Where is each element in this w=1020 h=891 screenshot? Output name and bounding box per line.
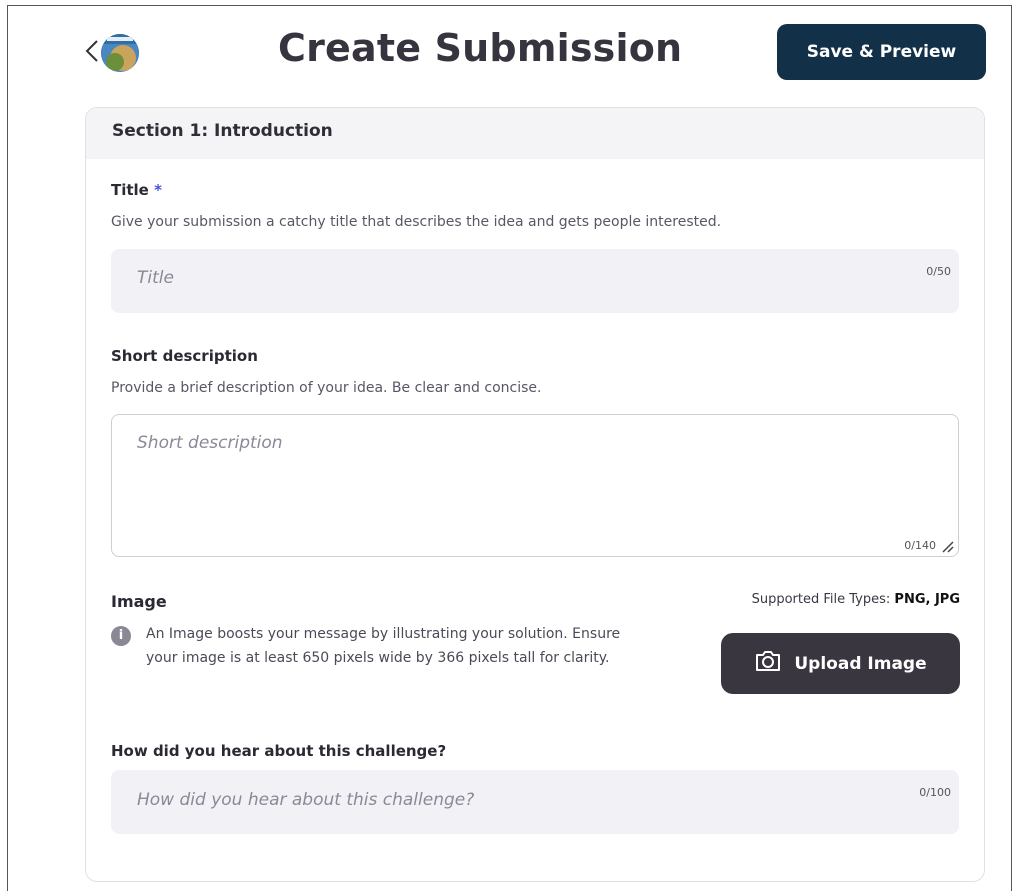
avatar[interactable] — [101, 34, 139, 72]
image-description: An Image boosts your message by illustra… — [146, 626, 621, 666]
title-counter: 0/50 — [926, 265, 951, 278]
title-label: Title * — [111, 181, 162, 199]
section-card: Section 1: Introduction Title * Give you… — [85, 107, 985, 882]
required-mark: * — [154, 181, 162, 199]
image-label: Image — [111, 592, 167, 611]
camera-icon — [754, 649, 782, 678]
hear-about-label: How did you hear about this challenge? — [111, 742, 447, 760]
upload-image-label: Upload Image — [794, 653, 927, 674]
title-hint: Give your submission a catchy title that… — [111, 214, 722, 230]
supported-file-types-prefix: Supported File Types: — [751, 592, 895, 607]
info-icon: i — [111, 626, 131, 646]
short-description-hint: Provide a brief description of your idea… — [111, 380, 542, 396]
short-description-placeholder: Short description — [137, 433, 283, 453]
hear-about-placeholder: How did you hear about this challenge? — [137, 790, 475, 810]
hear-about-input[interactable]: How did you hear about this challenge? 0… — [111, 770, 959, 834]
short-description-textarea[interactable]: Short description 0/140 — [111, 414, 959, 557]
save-preview-button[interactable]: Save & Preview — [777, 24, 986, 80]
chevron-left-icon[interactable] — [84, 36, 100, 66]
short-description-counter: 0/140 — [904, 539, 936, 552]
short-description-label: Short description — [111, 347, 258, 365]
page-title: Create Submission — [278, 26, 683, 70]
supported-file-types-list: PNG, JPG — [894, 592, 960, 607]
title-placeholder: Title — [137, 268, 174, 288]
title-label-text: Title — [111, 181, 149, 199]
section-heading: Section 1: Introduction — [86, 108, 984, 159]
supported-file-types: Supported File Types: PNG, JPG — [752, 592, 960, 607]
page-header: Create Submission Save & Preview — [0, 0, 1020, 100]
resize-handle-icon[interactable] — [941, 539, 955, 553]
title-input[interactable]: Title 0/50 — [111, 249, 959, 313]
upload-image-button[interactable]: Upload Image — [721, 633, 960, 694]
hear-about-counter: 0/100 — [919, 786, 951, 799]
